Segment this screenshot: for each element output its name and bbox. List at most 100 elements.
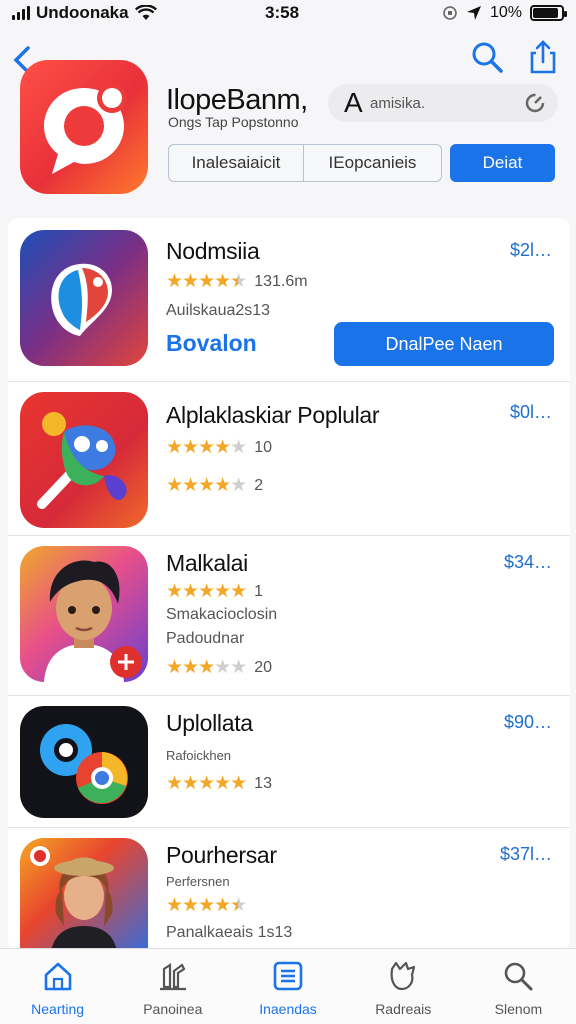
tab-home[interactable]: Nearting [0,949,115,1024]
battery-percent: 10% [489,4,522,21]
tab-label: Nearting [31,1001,85,1017]
featured-app-icon[interactable] [20,60,148,194]
tab-label: Inaendas [259,1001,317,1017]
tab-search[interactable]: Slenom [461,949,576,1024]
category-name: Padoudnar [166,630,245,647]
apps-icon [273,961,303,991]
developer-name: Perfersnen [166,874,230,889]
battery-icon [530,5,567,21]
app-link[interactable]: Bovalon [166,330,257,357]
star-rating: ★★★★★ [166,271,247,292]
star-rating: ★★★★★ [166,437,247,458]
app-price[interactable]: $0l… [510,402,552,423]
updates-icon [390,961,416,991]
list-item[interactable]: Alplaklaskiar Poplular $0l… ★★★★★ 10 ★★★… [8,382,570,536]
list-item[interactable]: Malkalai $34… ★★★★★ 1 Smakacioclosin Pad… [8,536,570,696]
list-item[interactable]: Uplollata $90… Rafoickhen ★★★★★ 13 [8,696,570,828]
star-rating: ★★★★★ [166,657,247,678]
signal-icon [12,6,30,20]
search-field[interactable]: A amisika. [328,84,558,122]
star-rating: ★★★★★ [166,895,247,916]
app-icon [20,230,148,366]
character-portrait-icon [30,846,117,950]
share-button[interactable] [526,40,560,74]
app-price[interactable]: $37l… [500,844,552,865]
app-price[interactable]: $2l… [510,240,552,261]
header-actions [470,40,560,74]
star-rating: ★★★★★ [166,581,247,602]
pinwheel-logo-icon [37,412,127,509]
rating-count: 1 [254,582,264,600]
segment-2[interactable]: IEopcanieis [304,144,442,182]
app-icon [20,392,148,528]
app-price[interactable]: $90… [504,712,552,733]
get-button[interactable]: DnalPee Naen [334,322,554,366]
tab-apps[interactable]: Inaendas [230,949,345,1024]
rating-line: ★★★★★ 10 [166,436,272,459]
share-icon [530,40,556,74]
bird-logo-icon [51,263,112,336]
category-name: Panalkaeais 1s13 [166,924,293,941]
status-left: Undoonaka [12,3,157,23]
segment-1[interactable]: Inalesaiaicit [168,144,304,182]
lock-rotation-icon [443,6,457,20]
star-rating: ★★★★★ [166,773,247,794]
rating-count: 10 [254,438,272,456]
rating-count: 131.6m [254,272,308,290]
rating-line: ★★★★★ [166,894,247,917]
featured-app-title: IlopeBanm, [166,84,308,116]
search-letter: A [344,87,363,118]
app-header: IlopeBanm, Ongs Tap Popstonno A amisika.… [0,30,576,200]
app-name: Nodmsiia [166,238,260,264]
status-time: 3:58 [265,3,300,22]
app-name: Alplaklaskiar Poplular [166,402,380,428]
games-icon [159,962,186,991]
app-name: Pourhersar [166,842,277,868]
app-icon [20,546,148,682]
search-icon [472,42,503,73]
search-icon [505,962,533,991]
featured-app-subtitle: Ongs Tap Popstonno [168,114,299,130]
segmented-control: Inalesaiaicit IEopcanieis [168,144,442,182]
app-icon [20,838,148,950]
location-icon [466,6,481,20]
rating-line: ★★★★★ 2 [166,474,263,497]
app-price[interactable]: $34… [504,552,552,573]
home-icon [44,962,71,991]
app-list: Nodmsiia $2l… ★★★★★ 131.6m Auilskaua2s13… [8,218,570,950]
tab-games[interactable]: Panoinea [115,949,230,1024]
rating-line: ★★★★★ 1 [166,580,263,603]
clear-icon[interactable] [524,92,546,114]
app-name: Malkalai [166,550,248,576]
app-store-screen: Undoonaka 3:58 10% IlopeBanm, Ongs Tap P… [0,0,576,1024]
tab-label: Radreais [375,1001,432,1017]
rating-count: 2 [254,476,264,494]
tab-label: Slenom [494,1001,543,1017]
detail-button[interactable]: Deiat [450,144,555,182]
carrier-name: Undoonaka [36,3,129,22]
rating-line: ★★★★★ 13 [166,772,272,795]
star-rating: ★★★★★ [166,475,247,496]
tab-updates[interactable]: Radreais [346,949,461,1024]
rating-count: 13 [254,774,272,792]
rating-count: 20 [254,658,272,676]
wifi-icon [134,5,157,20]
search-text: amisika. [370,94,426,112]
app-name: Uplollata [166,710,253,736]
chat-bubble-logo [44,83,127,174]
tab-label: Panoinea [143,1001,203,1017]
search-button[interactable] [470,40,504,74]
tab-bar: Nearting Panoinea Inaendas Radreais Slen… [0,948,576,1024]
app-icon [20,706,148,818]
status-bar: Undoonaka 3:58 10% [0,0,576,26]
list-item[interactable]: Nodmsiia $2l… ★★★★★ 131.6m Auilskaua2s13… [8,218,570,382]
media-circles-icon [40,724,128,804]
rating-line: ★★★★★ 131.6m [166,270,308,293]
avatar-character-icon [44,560,142,682]
list-item[interactable]: Pourhersar $37l… Perfersnen ★★★★★ Panalk… [8,828,570,950]
developer-name: Auilskaua2s13 [166,302,271,319]
developer-name: Rafoickhen [166,748,232,763]
status-right: 10% [442,4,567,22]
rating-line: ★★★★★ 20 [166,656,272,679]
developer-name: Smakacioclosin [166,606,278,623]
